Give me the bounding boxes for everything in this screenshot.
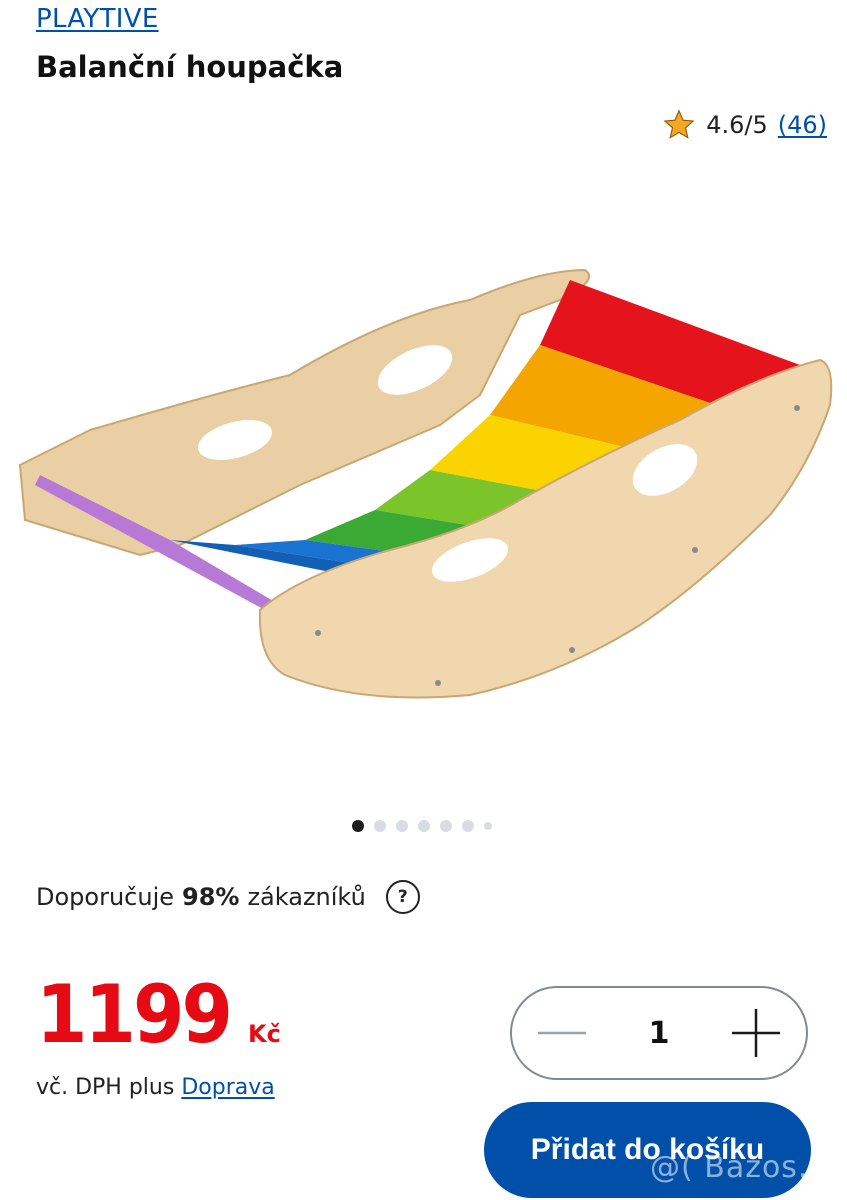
price: 1199 Kč bbox=[36, 968, 281, 1062]
rating-count-link[interactable]: (46) bbox=[778, 111, 827, 139]
product-image[interactable] bbox=[0, 255, 847, 715]
gallery-dot[interactable] bbox=[374, 820, 386, 832]
price-amount: 1199 bbox=[36, 968, 233, 1062]
gallery-dot[interactable] bbox=[418, 820, 430, 832]
rating-value: 4.6/5 bbox=[706, 111, 768, 139]
star-icon bbox=[663, 109, 695, 139]
brand-link[interactable]: PLAYTIVE bbox=[36, 4, 159, 34]
vat-info: vč. DPH plus Doprava bbox=[36, 1075, 275, 1100]
watermark: @( Bazos.cz bbox=[650, 1150, 843, 1185]
recommend-prefix: Doporučuje bbox=[36, 883, 174, 911]
gallery-dot[interactable] bbox=[396, 820, 408, 832]
plus-icon[interactable] bbox=[726, 1003, 786, 1063]
vat-text: vč. DPH plus bbox=[36, 1075, 175, 1100]
minus-icon[interactable] bbox=[532, 1023, 592, 1043]
quantity-value[interactable]: 1 bbox=[649, 1016, 670, 1051]
help-icon[interactable]: ? bbox=[385, 880, 420, 914]
rating: 4.6/5 (46) bbox=[662, 108, 827, 142]
gallery-dot[interactable] bbox=[352, 820, 364, 832]
recommendation: Doporučuje 98% zákazníků ? bbox=[36, 880, 420, 914]
gallery-dot[interactable] bbox=[462, 820, 474, 832]
quantity-stepper[interactable]: 1 bbox=[510, 986, 808, 1080]
product-title: Balanční houpačka bbox=[36, 50, 344, 84]
price-currency: Kč bbox=[247, 1020, 281, 1048]
gallery-pagination bbox=[352, 820, 492, 832]
gallery-dot[interactable] bbox=[484, 822, 492, 830]
shipping-link[interactable]: Doprava bbox=[181, 1075, 274, 1100]
gallery-dot[interactable] bbox=[440, 820, 452, 832]
recommend-percent: 98% bbox=[182, 883, 240, 911]
recommend-suffix: zákazníků bbox=[247, 883, 366, 911]
